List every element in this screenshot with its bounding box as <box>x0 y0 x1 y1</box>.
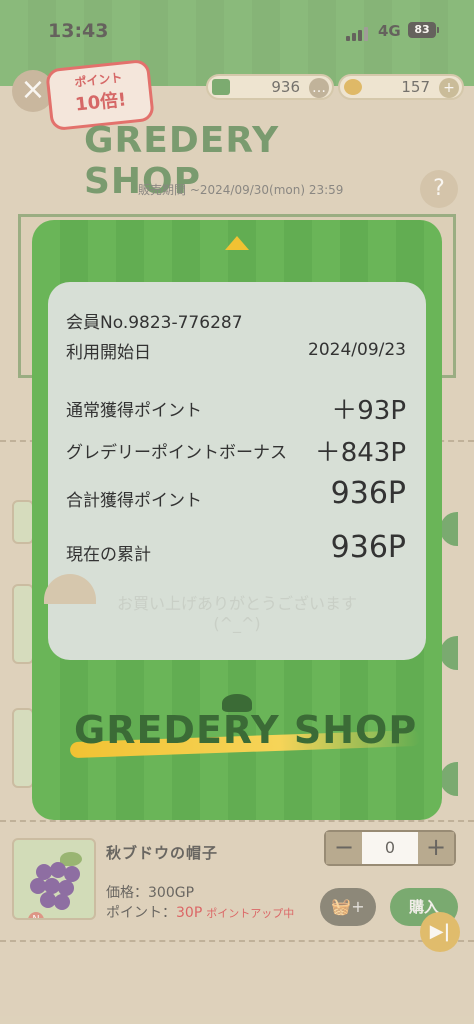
increment-button[interactable]: + <box>418 832 454 864</box>
gp-ticket-icon <box>212 79 230 95</box>
points-up-label: ポイントアップ中 <box>206 907 295 920</box>
thanks-emoticon: (^_^) <box>213 614 261 633</box>
product-thumb <box>12 708 34 788</box>
gp-more-button[interactable]: … <box>309 78 329 98</box>
receipt-card: 会員No.9823-776287 利用開始日 2024/09/23 通常獲得ポイ… <box>48 282 426 660</box>
network-label: 4G <box>378 22 401 40</box>
product-thumb <box>12 500 34 544</box>
thanks-message: お買い上げありがとうございます <box>116 594 357 613</box>
coin-icon <box>344 79 362 95</box>
skip-button[interactable]: ▶| <box>420 912 460 952</box>
battery-icon: 83 <box>408 22 439 38</box>
gp-balance: 936 <box>271 78 300 96</box>
gp-balance-pill: 936 … <box>206 74 334 100</box>
modal-shop-logo: GREDERY SHOP <box>69 694 421 764</box>
product-price: 価格：300GP <box>106 885 195 901</box>
total-points-label: 合計獲得ポイント <box>66 491 202 511</box>
start-date-label: 利用開始日 <box>66 343 151 363</box>
normal-points-value: ＋93P <box>331 396 406 426</box>
cumulative-value: 936P <box>330 530 406 565</box>
bonus-points-label: グレデリーポイントボーナス <box>66 443 287 463</box>
cumulative-label: 現在の累計 <box>66 545 151 565</box>
shop-logo: GREDERY SHOP <box>84 120 280 202</box>
add-to-cart-button[interactable]: 🧺+ <box>320 888 376 926</box>
arrow-up-icon[interactable] <box>225 236 249 250</box>
start-date-value: 2024/09/23 <box>308 340 406 360</box>
modal-logo-text: GREDERY SHOP <box>74 708 418 752</box>
signal-icon <box>346 25 372 41</box>
product-row: N 秋ブドウの帽子 価格：300GP ポイント：30P ポイントアップ中 − 0 … <box>0 830 474 930</box>
total-points-value: 936P <box>330 476 406 511</box>
sale-period: 販売期間 ~2024/09/30(mon) 23:59 <box>138 183 344 197</box>
normal-points-label: 通常獲得ポイント <box>66 401 202 421</box>
member-number: 会員No.9823-776287 <box>66 313 243 333</box>
quantity-value[interactable]: 0 <box>362 832 418 864</box>
bonus-points-value: ＋843P <box>314 438 406 468</box>
coin-balance: 157 <box>401 78 430 96</box>
points-label: ポイント： <box>106 905 176 921</box>
points-receipt-modal: 会員No.9823-776287 利用開始日 2024/09/23 通常獲得ポイ… <box>32 220 442 820</box>
skip-icon: ▶| <box>429 921 451 942</box>
grape-hat-image: N <box>12 838 96 920</box>
status-time: 13:43 <box>48 20 109 42</box>
status-bar: 13:43 4G 83 <box>0 0 474 62</box>
basket-icon: 🧺+ <box>331 897 365 916</box>
new-badge: N <box>28 912 44 918</box>
decrement-button[interactable]: − <box>326 832 362 864</box>
grape-shape <box>54 894 70 910</box>
coin-balance-pill: 157 + <box>338 74 464 100</box>
product-name: 秋ブドウの帽子 <box>106 844 219 862</box>
product-thumb <box>12 584 34 664</box>
help-button[interactable]: ? <box>420 170 458 208</box>
divider <box>0 820 474 822</box>
quantity-stepper: − 0 + <box>324 830 456 866</box>
product-points: ポイント：30P ポイントアップ中 <box>106 902 294 922</box>
divider <box>0 940 474 942</box>
coin-add-button[interactable]: + <box>439 78 459 98</box>
close-icon: × <box>20 72 46 107</box>
points-value: 30P <box>176 905 203 921</box>
